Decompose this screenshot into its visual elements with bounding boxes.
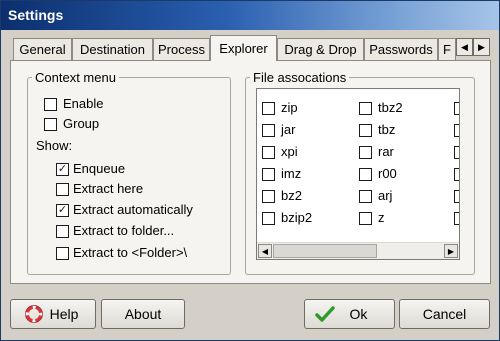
extract-automatically-checkbox[interactable]: ✓ [56, 204, 69, 217]
arrow-right-icon: ▶ [478, 41, 485, 52]
context-menu-legend: Context menu [35, 70, 116, 85]
arrow-left-icon: ◀ [461, 41, 468, 52]
assoc-tbz2-checkbox[interactable] [359, 102, 372, 115]
assoc-zip-checkbox[interactable] [262, 102, 275, 115]
assoc-zip-label[interactable]: zip [281, 100, 298, 115]
extract-here-checkbox[interactable] [56, 183, 69, 196]
assoc-partial-checkbox[interactable] [454, 124, 459, 137]
tab-scroll-right-button[interactable]: ▶ [473, 38, 490, 56]
assoc-z-label[interactable]: z [378, 210, 385, 225]
tab-partial[interactable]: F [438, 38, 456, 60]
extract-to-folder-checkbox[interactable] [56, 225, 69, 238]
extract-automatically-label[interactable]: Extract automatically [73, 202, 193, 217]
about-button-label: About [124, 306, 162, 322]
enqueue-checkbox[interactable]: ✓ [56, 163, 69, 176]
enqueue-label[interactable]: Enqueue [73, 161, 125, 176]
assoc-imz-checkbox[interactable] [262, 168, 275, 181]
lifebuoy-icon [25, 305, 43, 326]
about-button[interactable]: About [101, 299, 185, 329]
ok-button[interactable]: Ok [304, 299, 395, 329]
assoc-r00-checkbox[interactable] [359, 168, 372, 181]
assoc-arj-checkbox[interactable] [359, 190, 372, 203]
checkmark-icon: ✓ [57, 204, 68, 216]
extract-to-named-folder-checkbox[interactable] [56, 247, 69, 260]
tab-explorer[interactable]: Explorer [210, 35, 277, 61]
assoc-rar-checkbox[interactable] [359, 146, 372, 159]
horizontal-scrollbar[interactable]: ◀ ▶ [257, 242, 459, 259]
extract-here-label[interactable]: Extract here [73, 181, 143, 196]
enable-label[interactable]: Enable [63, 96, 103, 111]
cancel-button[interactable]: Cancel [399, 299, 490, 329]
tab-strip: General Destination Process Explorer Dra… [10, 35, 490, 61]
assoc-partial-checkbox[interactable] [454, 102, 459, 115]
tab-drag-drop[interactable]: Drag & Drop [277, 38, 364, 60]
assoc-tbz-checkbox[interactable] [359, 124, 372, 137]
assoc-z-checkbox[interactable] [359, 212, 372, 225]
tab-passwords[interactable]: Passwords [364, 38, 438, 60]
help-button-label: Help [49, 306, 79, 322]
ok-button-label: Ok [349, 306, 368, 322]
extract-to-named-folder-label[interactable]: Extract to <Folder>\ [73, 245, 187, 260]
enable-checkbox[interactable] [44, 98, 57, 111]
title-bar: Settings [1, 1, 499, 30]
explorer-tab-page: Context menu Enable Group Show: ✓ Enqueu… [10, 60, 491, 284]
assoc-xpi-label[interactable]: xpi [281, 144, 298, 159]
assoc-bzip2-label[interactable]: bzip2 [281, 210, 312, 225]
assoc-tbz-label[interactable]: tbz [378, 122, 395, 137]
scroll-thumb[interactable] [273, 244, 377, 258]
arrow-left-icon: ◀ [261, 246, 269, 256]
assoc-partial-checkbox[interactable] [454, 146, 459, 159]
assoc-bzip2-checkbox[interactable] [262, 212, 275, 225]
group-checkbox[interactable] [44, 118, 57, 131]
checkmark-icon [315, 305, 335, 326]
button-bar: Help About Ok Cancel [1, 284, 499, 340]
settings-window: Settings General Destination Process Exp… [0, 0, 500, 341]
assoc-imz-label[interactable]: imz [281, 166, 301, 181]
assoc-jar-label[interactable]: jar [281, 122, 295, 137]
assoc-r00-label[interactable]: r00 [378, 166, 397, 181]
assoc-rar-label[interactable]: rar [378, 144, 394, 159]
arrow-right-icon: ▶ [447, 246, 455, 256]
file-associations-legend: File assocations [253, 70, 347, 85]
tab-destination[interactable]: Destination [72, 38, 153, 60]
assoc-bz2-checkbox[interactable] [262, 190, 275, 203]
assoc-partial-checkbox[interactable] [454, 190, 459, 203]
group-label[interactable]: Group [63, 116, 99, 131]
checkmark-icon: ✓ [57, 163, 68, 175]
tab-process[interactable]: Process [153, 38, 210, 60]
assoc-tbz2-label[interactable]: tbz2 [378, 100, 403, 115]
assoc-partial-checkbox[interactable] [454, 212, 459, 225]
assoc-bz2-label[interactable]: bz2 [281, 188, 302, 203]
cancel-button-label: Cancel [422, 306, 467, 322]
assoc-xpi-checkbox[interactable] [262, 146, 275, 159]
scroll-left-button[interactable]: ◀ [258, 244, 272, 258]
assoc-arj-label[interactable]: arj [378, 188, 392, 203]
tab-scroll-left-button[interactable]: ◀ [456, 38, 473, 56]
tab-general[interactable]: General [13, 38, 72, 60]
assoc-partial-checkbox[interactable] [454, 168, 459, 181]
assoc-jar-checkbox[interactable] [262, 124, 275, 137]
show-label: Show: [36, 138, 73, 153]
file-associations-list[interactable]: zip jar xpi imz bz2 bzip2 tbz2 tbz rar r… [256, 88, 460, 260]
help-button[interactable]: Help [10, 299, 96, 329]
scroll-right-button[interactable]: ▶ [444, 244, 458, 258]
extract-to-folder-label[interactable]: Extract to folder... [73, 223, 174, 238]
window-title: Settings [8, 7, 64, 23]
